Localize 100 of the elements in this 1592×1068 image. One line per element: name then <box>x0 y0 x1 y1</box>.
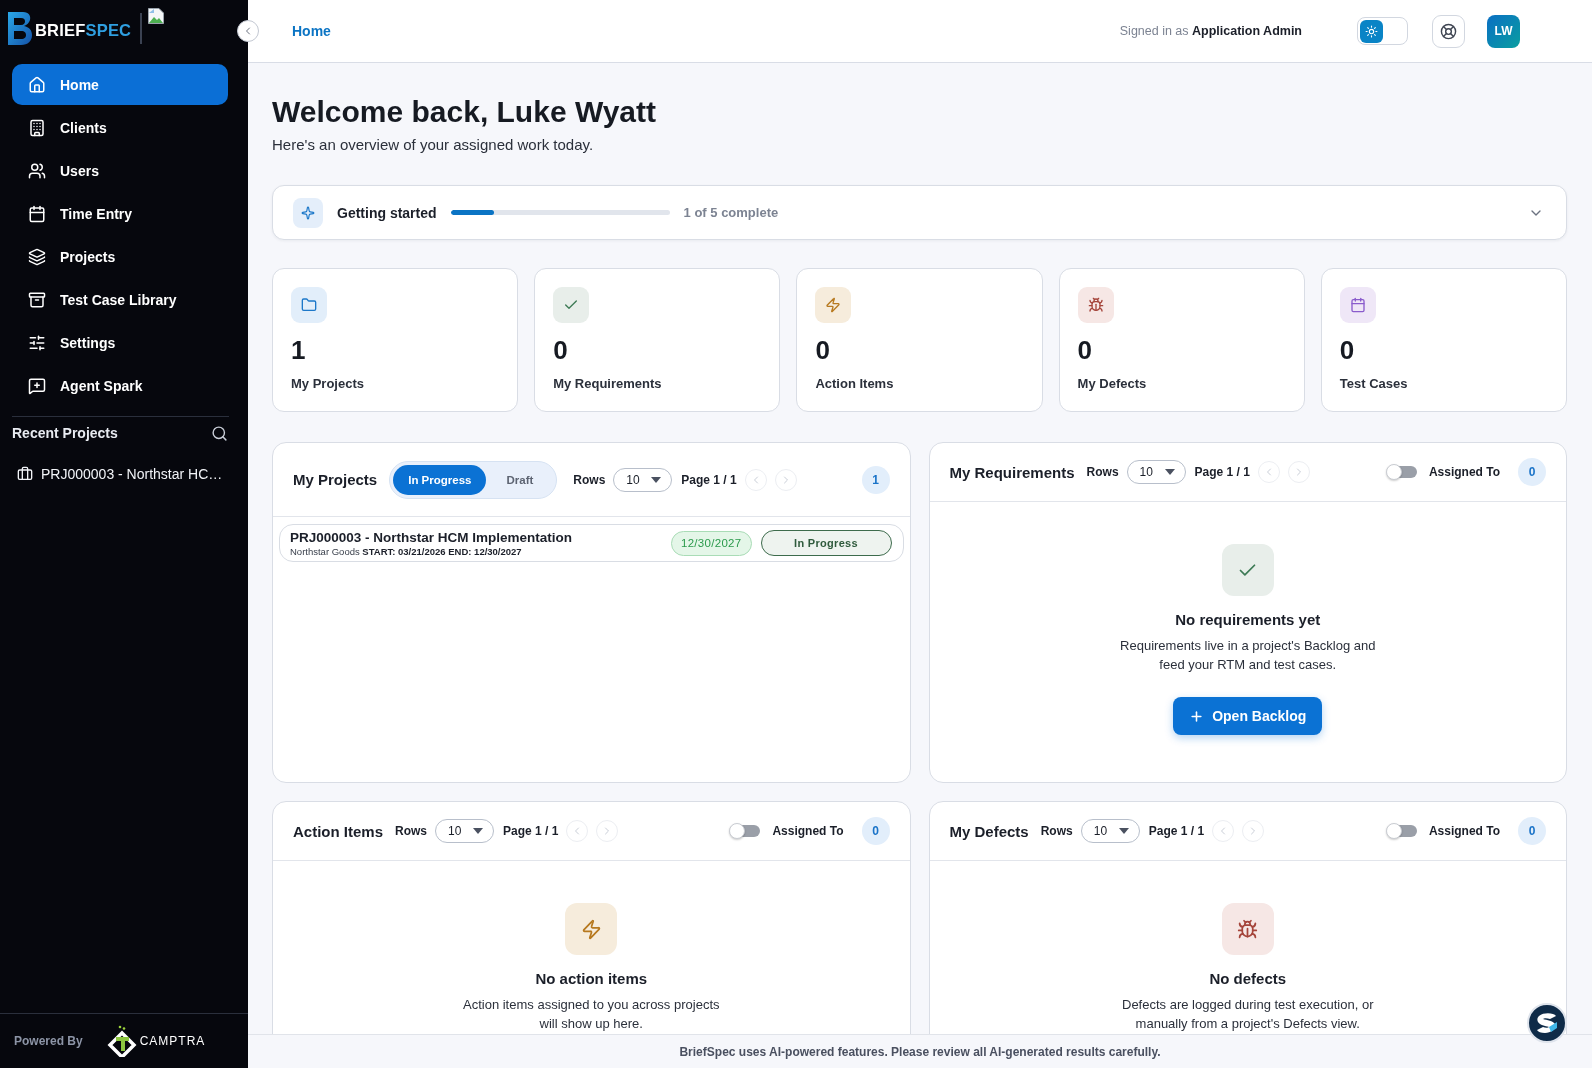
caret-icon <box>1164 469 1175 475</box>
help-button[interactable] <box>1432 14 1465 48</box>
open-backlog-button[interactable]: Open Backlog <box>1173 697 1323 735</box>
toggle-label: Assigned To <box>772 824 844 838</box>
panel-title: My Defects <box>949 822 1029 840</box>
assigned-to-toggle[interactable] <box>1386 825 1417 837</box>
caret-icon <box>1118 828 1129 834</box>
page-title: Welcome back, Luke Wyatt <box>272 94 658 130</box>
check-icon <box>553 287 590 323</box>
diamond-logo-icon <box>106 1025 137 1057</box>
nav-item[interactable]: Time Entry <box>12 193 228 234</box>
bug-icon <box>1221 903 1274 955</box>
home-icon <box>28 75 46 94</box>
nav-item[interactable]: Agent Spark <box>12 365 228 406</box>
empty-state-text: Action items assigned to you across projects will show up here. <box>462 996 721 1033</box>
stat-label: My Projects <box>291 375 364 393</box>
count-badge: 0 <box>861 817 890 845</box>
stat-label: My Requirements <box>553 375 662 393</box>
panel-title: Action Items <box>293 822 383 840</box>
archive-icon <box>28 290 46 309</box>
nav-item[interactable]: Clients <box>12 107 228 148</box>
lightning-icon <box>565 903 618 955</box>
sun-icon <box>1360 19 1383 43</box>
empty-state-title: No defects <box>1209 969 1287 989</box>
empty-state-text: Requirements live in a project's Backlog and feed your RTM and test cases. <box>1119 637 1377 674</box>
layers-icon <box>28 247 46 266</box>
page-indicator: Page 1 / 1 <box>1148 824 1205 838</box>
bug-icon <box>1077 287 1114 323</box>
rows-select[interactable]: 10 <box>1126 460 1186 484</box>
nav-item[interactable]: Projects <box>12 236 228 277</box>
status-badge: In Progress <box>760 530 892 556</box>
lifebuoy-icon <box>1440 22 1457 40</box>
rows-select[interactable]: 10 <box>1080 819 1140 843</box>
project-row[interactable]: PRJ000003 - Northstar HCM Implementation Northstar Goods START: 03/21/2026 END: 12/30/2027 12/30/2027 In Progress <box>279 524 904 562</box>
check-icon <box>1221 544 1274 596</box>
rows-label: Rows <box>573 472 606 487</box>
sparkle-icon <box>293 197 323 228</box>
rows-select[interactable]: 10 <box>613 467 673 492</box>
section-title: Recent Projects <box>12 425 118 441</box>
calendar-icon <box>28 204 46 223</box>
nav-item[interactable]: Test Case Library <box>12 279 228 320</box>
nav-item[interactable]: Settings <box>12 322 228 363</box>
due-date-badge: 12/30/2027 <box>670 530 752 556</box>
folder-icon <box>291 287 327 323</box>
recent-project-link[interactable]: PRJ000003 - Northstar HC… <box>0 464 248 484</box>
empty-state-title: No requirements yet <box>1175 610 1321 630</box>
page-indicator: Page 1 / 1 <box>681 472 737 487</box>
page-subtitle: Here's an overview of your assigned work today. <box>272 135 595 155</box>
caret-icon <box>473 828 484 834</box>
stat-value: 0 <box>553 335 568 365</box>
status-tab[interactable]: In Progress <box>393 464 487 495</box>
stat-label: Action Items <box>815 375 894 393</box>
stat-value: 0 <box>1339 335 1355 365</box>
calendar-icon <box>1339 287 1376 323</box>
breadcrumb-link[interactable]: Home <box>292 23 331 39</box>
users-icon <box>28 161 46 180</box>
search-button[interactable] <box>211 424 228 442</box>
toggle-label: Assigned To <box>1428 465 1500 479</box>
empty-state-text: Defects are logged during test execution, or manually from a project's Defects view. <box>1121 996 1375 1033</box>
page-indicator: Page 1 / 1 <box>503 824 559 838</box>
count-badge: 1 <box>861 465 890 494</box>
letter-b-logo-icon <box>8 12 32 45</box>
count-badge: 0 <box>1518 817 1546 845</box>
nav-item[interactable]: Home <box>12 64 228 105</box>
sliders-icon <box>28 333 46 352</box>
status-tab[interactable]: Draft <box>486 464 554 495</box>
stat-value: 0 <box>815 335 830 365</box>
panel-title: My Requirements <box>949 463 1075 481</box>
ai-notice-text: BriefSpec uses AI-powered features. Please review all AI-generated results carefully. <box>679 1044 1161 1059</box>
stat-value: 1 <box>291 335 306 365</box>
avatar-button[interactable]: LW <box>1487 14 1520 48</box>
getting-started-title: Getting started <box>337 204 437 221</box>
stat-value: 0 <box>1077 335 1093 365</box>
count-badge: 0 <box>1518 458 1546 486</box>
progress-text: 1 of 5 complete <box>683 205 779 220</box>
rows-select[interactable]: 10 <box>435 819 495 843</box>
rows-label: Rows <box>395 824 428 838</box>
nav-item[interactable]: Users <box>12 150 228 191</box>
search-icon <box>211 424 228 442</box>
caret-icon <box>651 476 662 483</box>
rows-label: Rows <box>1086 465 1119 479</box>
toggle-label: Assigned To <box>1428 824 1500 838</box>
brand-wordmark: BRIEFSPEC <box>35 21 132 39</box>
signed-in-text: Signed in as Application Admin <box>1119 24 1302 38</box>
powered-by-text: Powered By <box>14 1034 83 1048</box>
panel-title: My Projects <box>293 471 378 488</box>
project-details: Northstar Goods START: 03/21/2026 END: 12/30/2027 <box>290 545 523 558</box>
page-indicator: Page 1 / 1 <box>1194 465 1250 479</box>
assigned-to-toggle[interactable] <box>730 825 761 837</box>
theme-toggle[interactable] <box>1357 17 1408 45</box>
broken-image-icon <box>148 8 165 24</box>
stat-label: My Defects <box>1077 375 1147 393</box>
assigned-to-toggle[interactable] <box>1386 466 1417 478</box>
briefcase-icon <box>17 466 33 482</box>
swirl-logo-icon <box>1535 1012 1559 1034</box>
building-icon <box>28 118 46 137</box>
plus-icon <box>1189 708 1205 724</box>
stat-label: Test Cases <box>1339 375 1408 393</box>
empty-state-title: No action items <box>535 969 648 989</box>
partner-logo-text: CAMPTRA <box>139 1034 206 1048</box>
